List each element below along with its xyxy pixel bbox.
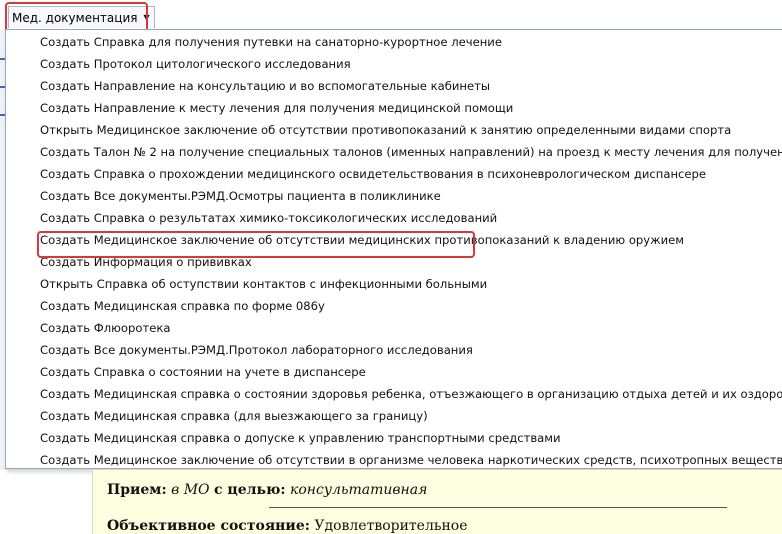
menu-item[interactable]: Создать Протокол цитологического исследо… — [6, 53, 782, 75]
menu-item[interactable]: Создать Направление на консультацию и во… — [6, 75, 782, 97]
menu-item[interactable]: Создать Флюоротека — [6, 317, 782, 339]
objective-state-label: Объективное состояние: — [107, 518, 310, 534]
screen: Мед. документация ▼ Создать Справка для … — [0, 0, 782, 534]
reception-place: в МО — [171, 482, 210, 498]
menu-items: Создать Справка для получения путевки на… — [6, 31, 782, 468]
menu-item[interactable]: Создать Медицинская справка о допуске к … — [6, 427, 782, 449]
menu-item[interactable]: Создать Справка о состоянии на учете в д… — [6, 361, 782, 383]
menu-item[interactable]: Создать Медицинская справка (для выезжаю… — [6, 405, 782, 427]
menu-item-chemical-toxicology-certificate[interactable]: Создать Справка о результатах химико-ток… — [6, 207, 782, 229]
menu-item[interactable]: Создать Медицинская справка по форме 086… — [6, 295, 782, 317]
menu-item[interactable]: Создать Все документы.РЭМД.Протокол лабо… — [6, 339, 782, 361]
reception-line: Прием: в МО с целью: консультативная — [107, 482, 427, 498]
menu-item[interactable]: Создать Направление к месту лечения для … — [6, 97, 782, 119]
purpose-label: с целью: — [213, 482, 286, 498]
menu-item[interactable]: Создать Медицинская справка о состоянии … — [6, 383, 782, 405]
purpose-value: консультативная — [289, 482, 428, 498]
objective-state-line: Объективное состояние: Удовлетворительно… — [107, 518, 468, 534]
menu-item[interactable]: Создать Информация о прививках — [6, 251, 782, 273]
underline-divider — [269, 507, 727, 508]
menu-item[interactable]: Создать Все документы.РЭМД.Осмотры пацие… — [6, 185, 782, 207]
reception-label: Прием: — [107, 482, 167, 498]
document-preview: Прием: в МО с целью: консультативная Объ… — [92, 470, 782, 534]
toolbar: Мед. документация ▼ — [0, 0, 782, 35]
menu-item[interactable]: Создать Справка для получения путевки на… — [6, 31, 782, 53]
documentation-dropdown-menu: Создать Справка для получения путевки на… — [5, 29, 782, 469]
menu-item[interactable]: Создать Медицинское заключение об отсутс… — [6, 449, 782, 468]
menu-button-label: Мед. документация — [12, 10, 138, 25]
menu-item[interactable]: Открыть Справка об оступствии контактов … — [6, 273, 782, 295]
menu-item[interactable]: Создать Справка о прохождении медицинско… — [6, 163, 782, 185]
menu-item[interactable]: Открыть Медицинское заключение об отсутс… — [6, 119, 782, 141]
med-documentation-menu-button[interactable]: Мед. документация ▼ — [8, 6, 155, 28]
menu-item[interactable]: Создать Талон № 2 на получение специальн… — [6, 141, 782, 163]
objective-state-value: Удовлетворительное — [314, 518, 468, 534]
menu-item[interactable]: Создать Медицинское заключение об отсутс… — [6, 229, 782, 251]
caret-down-icon: ▼ — [143, 12, 150, 22]
